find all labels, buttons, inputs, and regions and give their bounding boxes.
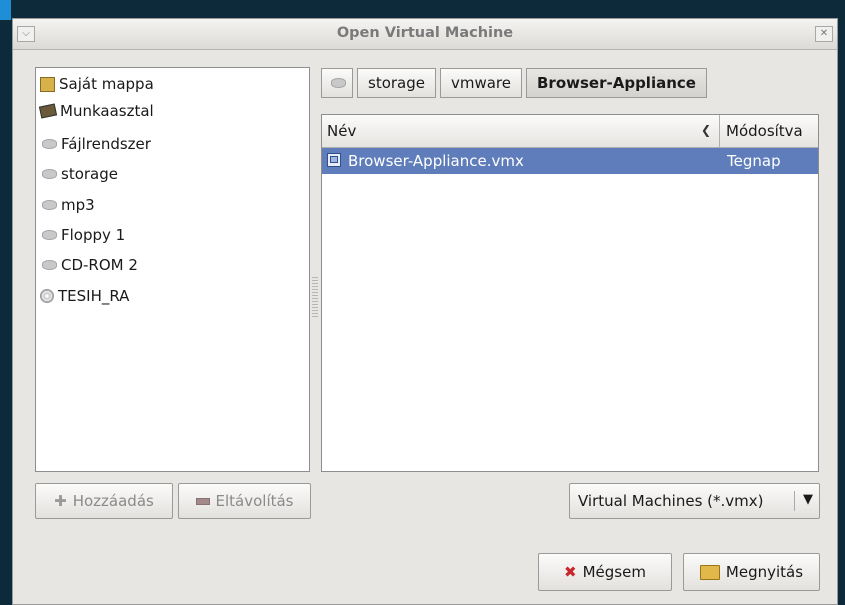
desktop-corner xyxy=(0,0,11,20)
sidebar-item-floppy[interactable]: Floppy 1 xyxy=(40,222,125,248)
folder-open-icon xyxy=(699,564,720,580)
home-folder-icon xyxy=(40,76,55,92)
title-bar: ⌵ Open Virtual Machine ✕ xyxy=(13,19,837,50)
file-list: Név ❮ Módosítva Browser-Appliance.vmx Te… xyxy=(321,114,819,472)
sidebar-item-label: Fájlrendszer xyxy=(61,135,151,153)
close-button[interactable]: ✕ xyxy=(815,26,833,42)
add-button[interactable]: ✚ Hozzáadás xyxy=(35,483,173,519)
file-row-selected[interactable]: Browser-Appliance.vmx Tegnap xyxy=(322,148,818,174)
path-segment-browser-appliance[interactable]: Browser-Appliance xyxy=(526,68,707,98)
sidebar-item-mp3[interactable]: mp3 xyxy=(40,192,95,218)
cancel-button[interactable]: ✖ Mégsem xyxy=(538,553,672,591)
open-button-label: Megnyitás xyxy=(725,563,804,581)
cancel-button-label: Mégsem xyxy=(582,563,646,581)
sidebar-item-label: Munkaasztal xyxy=(60,102,154,120)
filter-separator xyxy=(794,491,795,511)
drive-icon xyxy=(42,200,57,210)
sidebar-item-filesystem[interactable]: Fájlrendszer xyxy=(40,131,151,157)
sidebar-item-label: Saját mappa xyxy=(59,75,154,93)
add-icon: ✚ xyxy=(54,492,67,510)
drive-icon xyxy=(42,169,57,179)
path-segment-storage[interactable]: storage xyxy=(357,68,436,98)
filter-selected-label: Virtual Machines (*.vmx) xyxy=(578,492,764,510)
sidebar-item-home[interactable]: Saját mappa xyxy=(40,71,154,97)
column-header-modified[interactable]: Módosítva xyxy=(721,115,818,147)
cancel-icon: ✖ xyxy=(564,563,577,581)
column-header-name[interactable]: Név ❮ xyxy=(322,115,720,147)
cdrom-icon xyxy=(40,289,54,303)
desktop-icon xyxy=(38,103,58,119)
file-list-header: Név ❮ Módosítva xyxy=(322,115,818,148)
remove-button-label: Eltávolítás xyxy=(215,492,294,510)
sort-chevron-down-icon: ❮ xyxy=(700,123,711,137)
remove-button[interactable]: Eltávolítás xyxy=(178,483,311,519)
vm-file-icon xyxy=(327,153,341,167)
sidebar-item-label: CD-ROM 2 xyxy=(61,256,138,274)
file-type-filter-select[interactable]: Virtual Machines (*.vmx) ▼ xyxy=(569,483,820,519)
sidebar-item-label: Floppy 1 xyxy=(61,226,126,244)
chevron-down-icon: ▼ xyxy=(803,492,813,507)
pane-resize-handle[interactable] xyxy=(312,277,318,317)
sidebar-item-desktop[interactable]: Munkaasztal xyxy=(38,98,154,124)
drive-icon xyxy=(42,260,57,270)
drive-icon xyxy=(330,78,346,88)
column-name-label: Név xyxy=(327,122,357,140)
file-name: Browser-Appliance.vmx xyxy=(348,152,524,170)
path-root-button[interactable] xyxy=(321,68,353,98)
dialog-title: Open Virtual Machine xyxy=(336,25,514,41)
sidebar-item-storage[interactable]: storage xyxy=(40,161,118,187)
column-modified-label: Módosítva xyxy=(726,122,803,140)
sidebar-item-tesih-ra[interactable]: TESIH_RA xyxy=(40,283,129,309)
drive-icon xyxy=(42,230,57,240)
remove-icon xyxy=(195,497,210,505)
sidebar-item-label: storage xyxy=(61,165,118,183)
add-button-label: Hozzáadás xyxy=(72,492,154,510)
file-modified: Tegnap xyxy=(727,152,781,170)
path-segment-vmware[interactable]: vmware xyxy=(439,68,522,98)
open-vm-dialog: ⌵ Open Virtual Machine ✕ Saját mappa Mun… xyxy=(12,18,838,605)
open-button[interactable]: Megnyitás xyxy=(683,553,820,591)
places-sidebar: Saját mappa Munkaasztal Fájlrendszer sto… xyxy=(35,67,310,472)
drive-icon xyxy=(42,139,57,149)
sidebar-item-label: TESIH_RA xyxy=(58,287,130,305)
sidebar-item-cdrom[interactable]: CD-ROM 2 xyxy=(40,252,138,278)
sidebar-item-label: mp3 xyxy=(61,196,95,214)
path-bar: storage vmware Browser-Appliance xyxy=(321,68,707,100)
